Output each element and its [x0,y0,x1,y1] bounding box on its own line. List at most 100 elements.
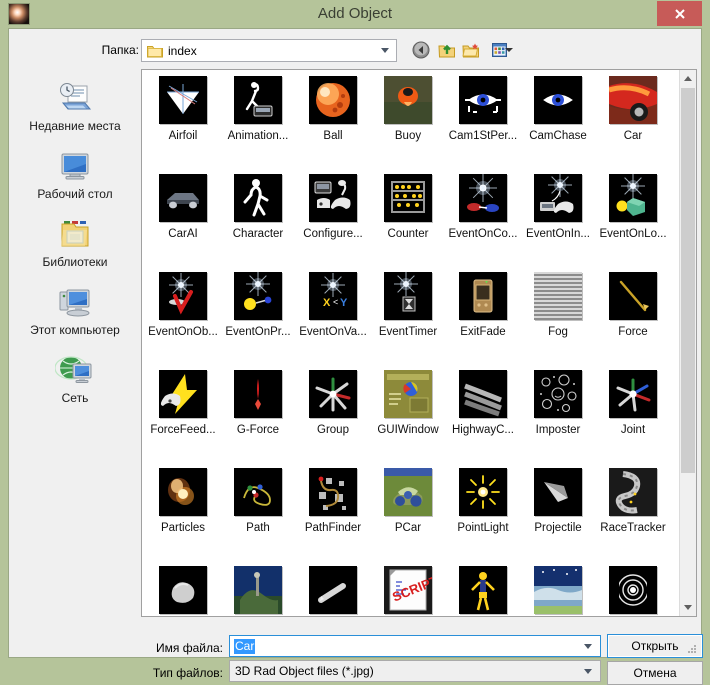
file-item[interactable] [521,558,595,617]
close-button[interactable] [657,1,702,26]
scrollbar-thumb[interactable] [681,88,695,473]
file-item[interactable]: G-Force [221,362,295,454]
eventonproximity-thumbnail [234,272,282,320]
imposter-thumbnail [534,370,582,418]
gforce-thumbnail [234,370,282,418]
file-item[interactable]: RaceTracker [596,460,670,552]
sidebar-item-label: Рабочий стол [15,187,135,201]
file-item-label: PathFinder [296,522,370,535]
up-folder-button[interactable] [435,39,459,61]
file-item[interactable]: CarAI [146,166,220,258]
file-item-label: RaceTracker [596,522,670,535]
scroll-up-button[interactable] [680,70,696,87]
views-button[interactable] [483,39,517,61]
animation-thumbnail [234,76,282,124]
file-item[interactable]: EventOnCo... [446,166,520,258]
guiwindow-thumbnail [384,370,432,418]
group-thumbnail [309,370,357,418]
file-item[interactable]: Projectile [521,460,595,552]
file-item[interactable]: Airfoil [146,69,220,160]
filename-label: Имя файла: [137,641,223,655]
back-button[interactable] [409,39,433,61]
sidebar-item-label: Библиотеки [15,255,135,269]
file-list-scrollbar[interactable] [679,70,696,616]
file-item[interactable]: GUIWindow [371,362,445,454]
file-list-view[interactable]: AirfoilAnimation...BallBuoyCam1StPer...C… [141,69,697,617]
cam1stperson-thumbnail [459,76,507,124]
file-item[interactable]: Imposter [521,362,595,454]
file-item[interactable]: EventTimer [371,264,445,356]
file-item[interactable]: Fog [521,264,595,356]
file-item[interactable]: Path [221,460,295,552]
filetype-combobox[interactable]: 3D Rad Object files (*.jpg) [229,660,601,682]
file-item[interactable]: Character [221,166,295,258]
cancel-button[interactable]: Отмена [607,661,703,685]
svg-text:Y: Y [340,297,348,309]
file-item[interactable]: Configure... [296,166,370,258]
svg-text:X: X [323,297,331,309]
file-item[interactable]: ForceFeed... [146,362,220,454]
file-item-label: EventOnOb... [146,326,220,339]
script-thumbnail: SCRIPT [384,566,432,614]
file-item[interactable]: ExitFade [446,264,520,356]
sidebar-item-network[interactable]: Сеть [15,351,135,413]
file-item-label: Imposter [521,424,595,437]
file-item-label: Group [296,424,370,437]
airfoil-thumbnail [159,76,207,124]
file-item-label: CamChase [521,130,595,143]
file-item[interactable]: Particles [146,460,220,552]
folder-combobox[interactable]: index [141,39,397,62]
file-item-label: EventOnVa... [296,326,370,339]
camchase-thumbnail [534,76,582,124]
file-item[interactable]: Ball [296,69,370,160]
file-item[interactable]: Cam1StPer... [446,69,520,160]
file-item-label: EventOnPr... [221,326,295,339]
sidebar-item-this-pc[interactable]: Этот компьютер [15,283,135,345]
file-item[interactable]: Group [296,362,370,454]
sidebar-item-recent-places[interactable]: Недавние места [15,79,135,141]
file-item[interactable]: Force [596,264,670,356]
file-item[interactable]: Buoy [371,69,445,160]
file-item[interactable] [596,558,670,617]
scroll-down-button[interactable] [680,599,696,616]
configure-thumbnail [309,174,357,222]
eventonobject-thumbnail [159,272,207,320]
skeleton-thumbnail [459,566,507,614]
file-item-label: Path [221,522,295,535]
file-item[interactable]: PCar [371,460,445,552]
file-item[interactable]: PointLight [446,460,520,552]
resize-grip[interactable] [688,645,698,655]
file-item[interactable]: Counter [371,166,445,258]
file-item[interactable]: Animation... [221,69,295,160]
file-item[interactable]: EventOnLo... [596,166,670,258]
file-item[interactable]: Car [596,69,670,160]
file-item[interactable]: EventOnPr... [221,264,295,356]
file-item-label: Car [596,130,670,143]
file-item[interactable]: CamChase [521,69,595,160]
file-item[interactable]: SCRIPT [371,558,445,617]
chevron-down-icon[interactable] [584,644,592,649]
file-item[interactable]: PathFinder [296,460,370,552]
ball-thumbnail [309,76,357,124]
particles-thumbnail [159,468,207,516]
file-item[interactable] [296,558,370,617]
rock-thumbnail [159,566,207,614]
sidebar-item-libraries[interactable]: Библиотеки [15,215,135,277]
pointlight-thumbnail [459,468,507,516]
new-folder-button[interactable] [459,39,483,61]
file-item[interactable] [221,558,295,617]
file-item[interactable]: X<YEventOnVa... [296,264,370,356]
file-item[interactable]: EventOnIn... [521,166,595,258]
filename-input[interactable]: Car [229,635,601,657]
file-item[interactable]: HighwayC... [446,362,520,454]
file-item[interactable]: Joint [596,362,670,454]
file-item[interactable] [146,558,220,617]
file-item[interactable]: EventOnOb... [146,264,220,356]
pathfinder-thumbnail [309,468,357,516]
chevron-down-icon[interactable] [584,669,592,674]
places-sidebar: Недавние места Рабочий стол [15,69,135,614]
folder-label: Папка: [89,43,139,57]
file-item[interactable] [446,558,520,617]
sidebar-item-desktop[interactable]: Рабочий стол [15,147,135,209]
buoy-thumbnail [384,76,432,124]
